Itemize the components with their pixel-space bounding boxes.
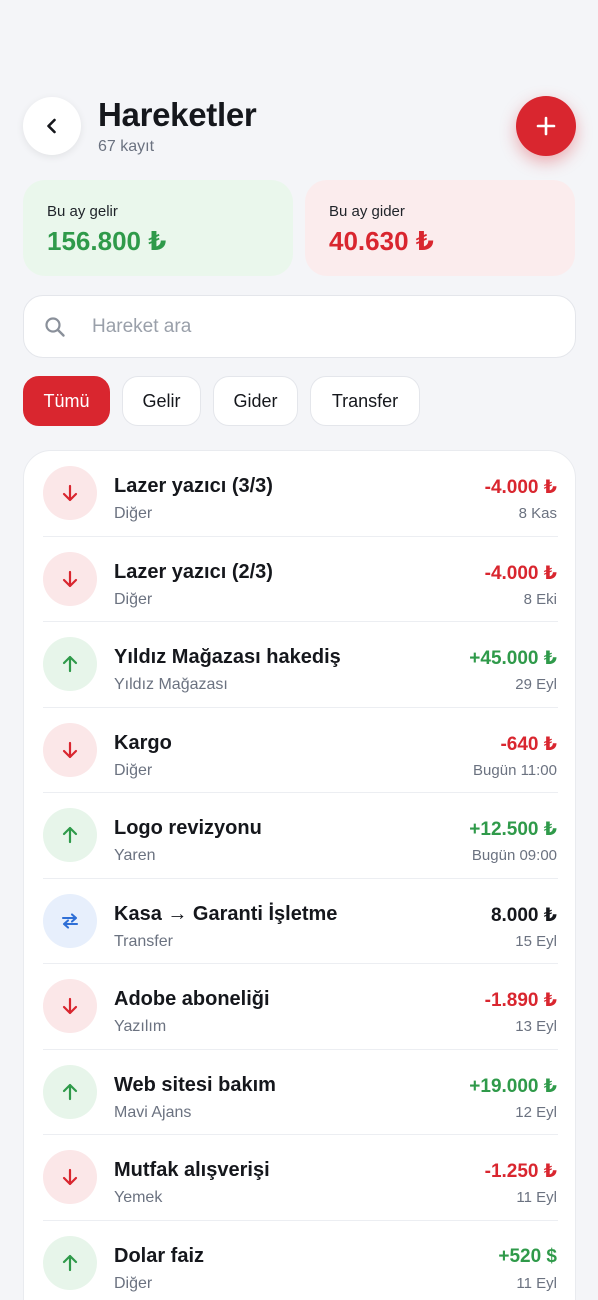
transaction-row[interactable]: Kargo Diğer -640 ₺ Bugün 11:00 <box>24 708 575 793</box>
transaction-date: Bugün 11:00 <box>473 761 557 779</box>
transaction-title: Kasa → Garanti İşletme <box>114 902 338 925</box>
transaction-title: Web sitesi bakım <box>114 1073 276 1096</box>
transaction-amount: +12.500 ₺ <box>469 819 557 840</box>
expense-arrow-icon <box>43 979 97 1033</box>
transaction-title: Logo revizyonu <box>114 817 262 839</box>
income-value: 156.800 ₺ <box>47 226 167 256</box>
expense-summary-card: Bu ay gider 40.630 ₺ <box>305 180 575 276</box>
filter-tab-income[interactable]: Gelir <box>122 376 201 426</box>
income-label: Bu ay gelir <box>47 203 118 220</box>
chevron-left-icon <box>47 118 56 134</box>
transaction-amount: -4.000 ₺ <box>484 477 557 498</box>
expense-arrow-icon <box>43 466 97 520</box>
transaction-date: Bugün 09:00 <box>471 847 557 864</box>
transaction-category: Diğer <box>114 505 153 522</box>
plus-icon <box>536 116 556 136</box>
transaction-category: Yemek <box>114 1189 163 1206</box>
transaction-category: Yıldız Mağazası <box>114 676 228 693</box>
transaction-title: Lazer yazıcı (3/3) <box>114 475 273 497</box>
transaction-category: Diğer <box>114 590 153 608</box>
transaction-category: Diğer <box>114 1274 153 1292</box>
transaction-date: 29 Eyl <box>515 676 557 693</box>
transaction-amount: -640 ₺ <box>500 733 557 755</box>
transaction-row[interactable]: Dolar faiz Diğer +520 $ 11 Eyl <box>24 1221 575 1300</box>
transaction-amount: -1.250 ₺ <box>484 1161 557 1182</box>
transaction-amount: +45.000 ₺ <box>469 648 557 669</box>
transaction-row[interactable]: Yıldız Mağazası hakediş Yıldız Mağazası … <box>24 622 575 708</box>
transaction-date: 8 Kas <box>518 505 557 522</box>
transaction-list: Lazer yazıcı (3/3) Diğer -4.000 ₺ 8 Kas … <box>23 450 576 1300</box>
record-count: 67 kayıt <box>98 138 155 155</box>
search-input[interactable] <box>92 315 512 338</box>
expense-arrow-icon <box>43 551 97 606</box>
transaction-title: Dolar faiz <box>114 1244 205 1267</box>
income-arrow-icon <box>43 1064 97 1119</box>
transaction-amount: 8.000 ₺ <box>490 904 557 926</box>
transaction-title: Yıldız Mağazası hakediş <box>114 646 341 668</box>
transactions-screen: Hareketler 67 kayıt Bu ay gelir 156.800 … <box>0 0 598 1300</box>
filter-tab-expense[interactable]: Gider <box>213 376 298 426</box>
transaction-row[interactable]: Mutfak alışverişi Yemek -1.250 ₺ 11 Eyl <box>24 1135 575 1221</box>
transaction-category: Transfer <box>114 932 173 950</box>
transaction-row[interactable]: Lazer yazıcı (3/3) Diğer -4.000 ₺ 8 Kas <box>24 451 575 537</box>
transaction-row[interactable]: Logo revizyonu Yaren +12.500 ₺ Bugün 09:… <box>24 793 575 879</box>
transaction-amount: +19.000 ₺ <box>469 1075 557 1097</box>
transaction-date: 11 Eyl <box>516 1189 557 1206</box>
page-title: Hareketler <box>98 96 257 133</box>
transaction-date: 8 Eki <box>523 590 557 608</box>
transaction-category: Mavi Ajans <box>114 1103 192 1121</box>
expense-value: 40.630 ₺ <box>329 226 434 256</box>
transaction-amount: -1.890 ₺ <box>484 990 557 1011</box>
transaction-category: Yaren <box>114 847 156 864</box>
transaction-title: Mutfak alışverişi <box>114 1159 270 1181</box>
add-transaction-button[interactable] <box>516 96 576 156</box>
income-arrow-icon <box>43 637 97 691</box>
income-arrow-icon <box>43 1235 97 1290</box>
transaction-row[interactable]: Adobe aboneliği Yazılım -1.890 ₺ 13 Eyl <box>24 964 575 1050</box>
transaction-row[interactable]: Lazer yazıcı (2/3) Diğer -4.000 ₺ 8 Eki <box>24 537 575 622</box>
transaction-title: Kargo <box>114 731 172 754</box>
transaction-date: 11 Eyl <box>516 1274 557 1292</box>
search-icon <box>45 316 65 337</box>
transaction-date: 12 Eyl <box>515 1103 557 1121</box>
transaction-date: 15 Eyl <box>515 932 557 950</box>
transaction-amount: -4.000 ₺ <box>484 562 557 584</box>
transaction-category: Diğer <box>114 761 153 779</box>
expense-arrow-icon <box>43 722 97 777</box>
transaction-row[interactable]: Kasa → Garanti İşletme Transfer 8.000 ₺ … <box>24 879 575 964</box>
transaction-title: Adobe aboneliği <box>114 988 270 1010</box>
transaction-date: 13 Eyl <box>515 1018 557 1035</box>
income-summary-card: Bu ay gelir 156.800 ₺ <box>23 180 293 276</box>
transfer-arrows-icon <box>43 893 97 948</box>
transaction-category: Yazılım <box>114 1018 167 1035</box>
income-arrow-icon <box>43 808 97 862</box>
filter-tab-transfer[interactable]: Transfer <box>310 376 420 426</box>
expense-arrow-icon <box>43 1150 97 1204</box>
expense-label: Bu ay gider <box>329 203 405 220</box>
transaction-amount: +520 $ <box>498 1245 557 1267</box>
back-button[interactable] <box>23 97 81 155</box>
transaction-row[interactable]: Web sitesi bakım Mavi Ajans +19.000 ₺ 12… <box>24 1050 575 1135</box>
filter-tab-all[interactable]: Tümü <box>23 376 110 426</box>
transaction-title: Lazer yazıcı (2/3) <box>114 560 273 583</box>
search-bar[interactable] <box>23 295 576 358</box>
